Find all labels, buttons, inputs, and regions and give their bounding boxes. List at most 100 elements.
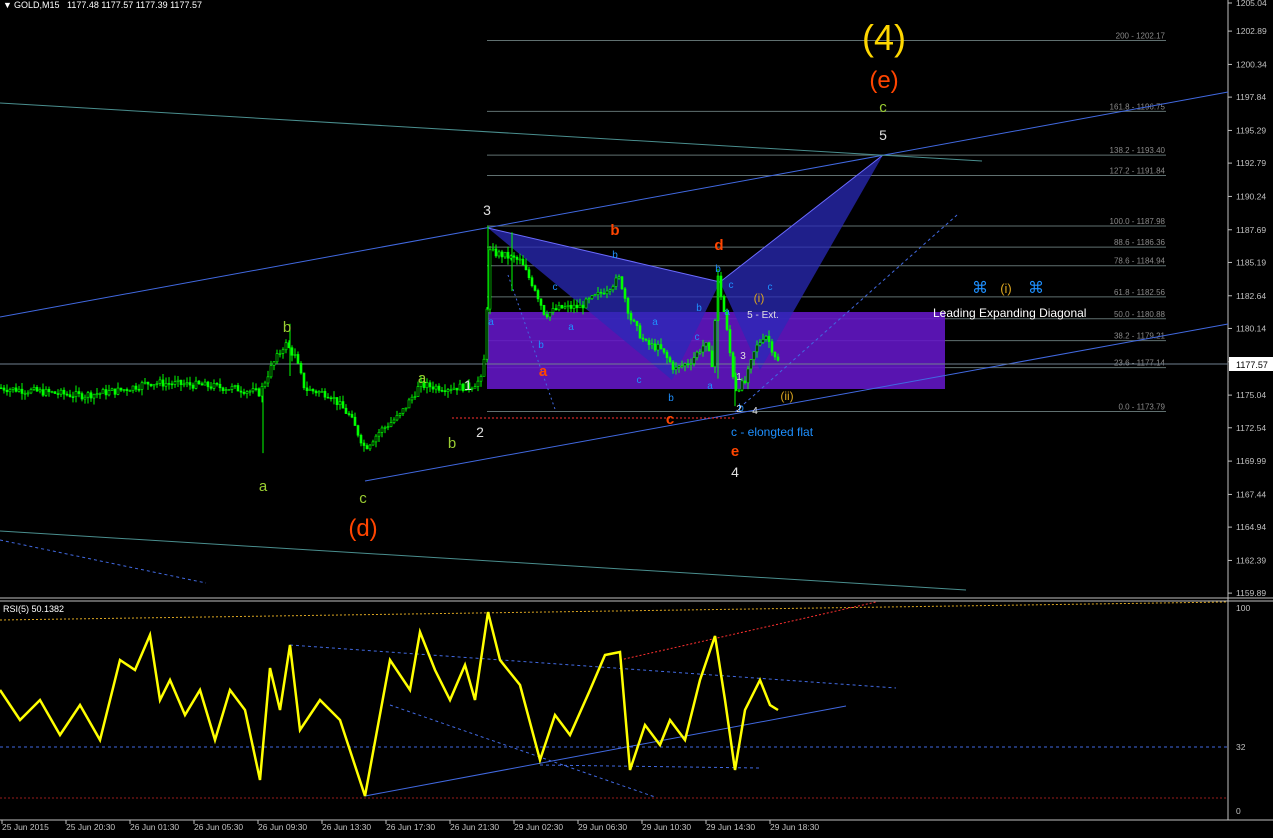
wave-red-c: c — [666, 411, 674, 428]
time-tick: 25 Jun 2015 — [2, 822, 49, 832]
wave-2: 2 — [476, 424, 484, 440]
minor-wave-label: a — [568, 322, 574, 333]
price-tick: 1192.79 — [1236, 158, 1266, 168]
fib-label: 138.2 - 1193.40 — [1110, 146, 1166, 155]
price-tick: 1172.54 — [1236, 423, 1266, 433]
elongated-flat-label: c - elongted flat — [731, 425, 814, 439]
rsi-line — [0, 611, 779, 797]
minor-wave-label: c — [729, 280, 734, 291]
price-tick: 1175.04 — [1236, 390, 1266, 400]
price-tick: 1202.89 — [1236, 26, 1267, 36]
command-icon-right: ⌘ — [1028, 280, 1044, 297]
time-tick: 29 Jun 14:30 — [706, 822, 755, 832]
price-tick: 1205.04 — [1236, 0, 1267, 8]
fib-label: 127.2 - 1191.84 — [1110, 167, 1166, 176]
time-tick: 25 Jun 20:30 — [66, 822, 115, 832]
wave-4: 4 — [731, 464, 739, 480]
minor-wave-label: a — [724, 307, 730, 318]
wave-red-b: b — [610, 222, 619, 239]
fib-label: 0.0 - 1173.79 — [1118, 402, 1165, 411]
fib-label: 38.2 - 1179.21 — [1114, 332, 1166, 341]
diagonal-label: Leading Expanding Diagonal — [933, 306, 1086, 320]
price-tick: 1190.24 — [1236, 191, 1266, 201]
time-tick: 26 Jun 21:30 — [450, 822, 499, 832]
symbol-label: GOLD,M15 — [14, 0, 60, 10]
rsi-tick: 100 — [1236, 603, 1250, 613]
time-tick: 26 Jun 09:30 — [258, 822, 307, 832]
wave-b-lower: b — [448, 435, 456, 452]
price-tick: 1159.89 — [1236, 588, 1266, 598]
fib-label: 78.6 - 1184.94 — [1114, 257, 1166, 266]
minor-wave-label: b — [538, 340, 544, 351]
minor-wave-label: c — [637, 375, 642, 386]
price-tick: 1164.94 — [1236, 522, 1266, 532]
price-tick: 1167.44 — [1236, 489, 1266, 499]
wave-i-small: (i) — [754, 291, 765, 305]
time-tick: 29 Jun 06:30 — [578, 822, 627, 832]
minor-wave-number: 3 — [740, 351, 746, 362]
wave-red-a: a — [539, 363, 548, 380]
time-tick: 26 Jun 01:30 — [130, 822, 179, 832]
time-tick: 26 Jun 17:30 — [386, 822, 435, 832]
wave-a-lower: a — [418, 370, 427, 387]
minor-wave-label: b — [696, 303, 702, 314]
minor-wave-label: a — [488, 317, 494, 328]
minor-wave-label: c — [553, 282, 558, 293]
ohlc-readout: 1177.48 1177.57 1177.39 1177.57 — [67, 0, 202, 10]
fib-label: 61.8 - 1182.56 — [1114, 288, 1166, 297]
price-tick: 1169.99 — [1236, 456, 1266, 466]
price-tick: 1187.69 — [1236, 225, 1266, 235]
price-tick: 1200.34 — [1236, 59, 1267, 69]
fib-label: 23.6 - 1177.14 — [1114, 359, 1166, 368]
wave-a-left: a — [259, 478, 268, 495]
fib-label: 200 - 1202.17 — [1116, 32, 1166, 41]
price-tick: 1182.64 — [1236, 291, 1266, 301]
price-tick: 1197.84 — [1236, 92, 1266, 102]
fib-label: 161.8 - 1196.75 — [1110, 102, 1166, 111]
wave-red-e: e — [731, 443, 739, 460]
rsi-tick: 32 — [1236, 742, 1246, 752]
wave-4-label: (4) — [862, 17, 906, 58]
diagonal-i-label: (i) — [1000, 281, 1012, 296]
wave-c-top: c — [879, 99, 887, 116]
price-axis: 1205.04 1202.89 1200.34 1197.84 1195.29 1192.… — [1228, 0, 1267, 598]
minor-wave-number: 2 — [736, 404, 742, 415]
minor-wave-number: 1 — [736, 372, 742, 383]
wave-3: 3 — [483, 202, 491, 218]
price-tick: 1195.29 — [1236, 125, 1266, 135]
time-tick: 29 Jun 02:30 — [514, 822, 563, 832]
time-tick: 29 Jun 10:30 — [642, 822, 691, 832]
price-tick: 1180.14 — [1236, 323, 1266, 333]
rsi-pane[interactable]: RSI(5) 50.1382 — [0, 601, 1229, 799]
minor-wave-label: b — [715, 264, 721, 275]
time-tick: 26 Jun 13:30 — [322, 822, 371, 832]
wave-b-left: b — [283, 319, 291, 336]
time-tick: 26 Jun 05:30 — [194, 822, 243, 832]
wave-1: 1 — [464, 377, 472, 393]
minor-wave-label: c — [768, 282, 773, 293]
five-ext-label: 5 - Ext. — [747, 310, 779, 321]
command-icon-left: ⌘ — [972, 280, 988, 297]
price-tick: 1185.19 — [1236, 257, 1266, 267]
rsi-tick: 0 — [1236, 806, 1241, 816]
fib-label: 100.0 - 1187.98 — [1110, 217, 1166, 226]
fib-label: 88.6 - 1186.36 — [1114, 238, 1166, 247]
chart-window[interactable]: 200 - 1202.17 161.8 - 1196.75 138.2 - 1193… — [0, 0, 1273, 833]
time-axis: 25 Jun 2015 25 Jun 20:30 26 Jun 01:30 26 Ju… — [1, 820, 819, 832]
wave-red-d: d — [714, 237, 723, 254]
wave-c-low: c — [359, 490, 367, 507]
wave-e-label: (e) — [869, 67, 898, 94]
minor-wave-label: b — [668, 393, 674, 404]
minor-wave-label: b — [612, 250, 618, 261]
fib-label: 50.0 - 1180.88 — [1114, 310, 1166, 319]
minor-wave-label: a — [652, 317, 658, 328]
time-tick: 29 Jun 18:30 — [770, 822, 819, 832]
dropdown-icon[interactable]: ▼ — [3, 0, 12, 10]
price-tick: 1162.39 — [1236, 555, 1266, 565]
minor-wave-number: 4 — [752, 406, 758, 417]
minor-wave-label: a — [707, 381, 713, 392]
wave-ii: (ii) — [780, 389, 793, 403]
minor-wave-label: c — [695, 332, 700, 343]
wave-5-top: 5 — [879, 127, 887, 143]
current-price-label: 1177.57 — [1236, 360, 1268, 370]
